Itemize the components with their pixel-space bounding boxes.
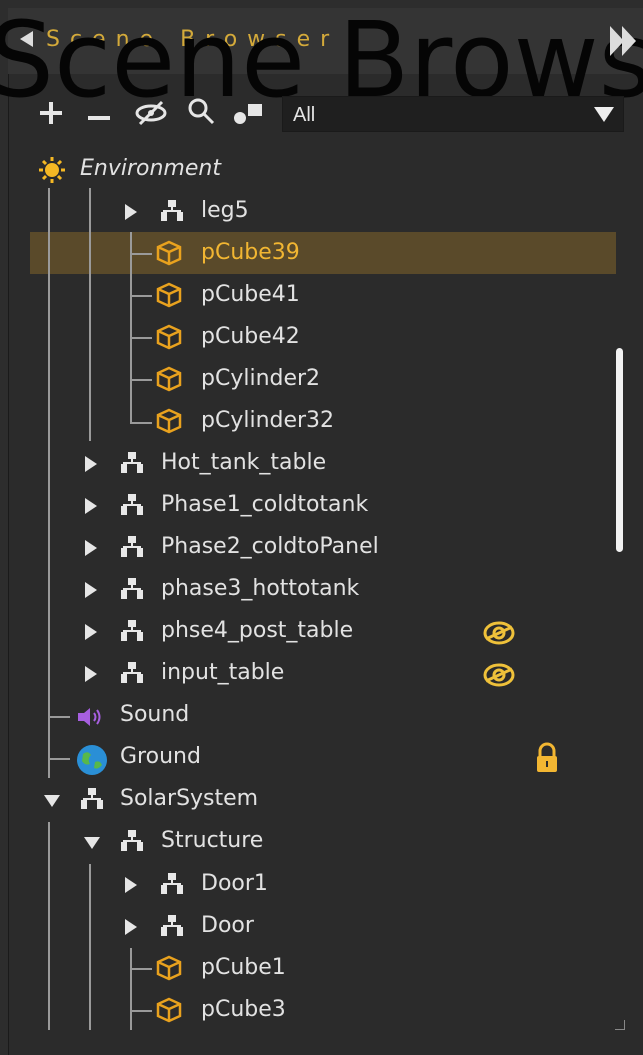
cube-icon — [156, 282, 182, 312]
sound-icon — [76, 705, 106, 733]
vertical-scrollbar[interactable] — [616, 348, 623, 552]
tree-guide — [48, 758, 70, 760]
tree-guide — [48, 716, 70, 718]
expand-arrow-icon[interactable] — [124, 918, 138, 940]
hierarchy-icon — [120, 535, 144, 563]
tree-item-phase2[interactable]: Phase2_coldtoPanel — [161, 534, 379, 559]
tree-guide — [130, 422, 152, 424]
tree-item-pcylinder32[interactable]: pCylinder32 — [201, 408, 334, 433]
tree-guide — [48, 188, 50, 778]
tree-item-phse4[interactable]: phse4_post_table — [161, 618, 353, 643]
expand-panel-icon[interactable] — [607, 24, 639, 58]
tree-item-pcube39[interactable]: pCube39 — [201, 240, 300, 265]
tree-item-phase1[interactable]: Phase1_coldtotank — [161, 492, 368, 517]
hierarchy-icon — [80, 787, 104, 815]
scene-tree: Environment leg5 pCube39 pCube41 pCube42… — [0, 0, 643, 1055]
collapse-arrow-icon[interactable] — [83, 835, 101, 854]
tree-guide — [130, 968, 152, 970]
cube-icon — [156, 324, 182, 354]
expand-arrow-icon[interactable] — [84, 581, 98, 603]
hierarchy-icon — [160, 872, 184, 900]
hierarchy-icon — [120, 493, 144, 521]
tree-item-sound[interactable]: Sound — [120, 702, 189, 727]
hierarchy-icon — [120, 661, 144, 689]
expand-arrow-icon[interactable] — [84, 455, 98, 477]
hierarchy-icon — [120, 451, 144, 479]
hierarchy-icon — [120, 829, 144, 857]
tree-item-ground[interactable]: Ground — [120, 744, 201, 769]
filter-value: All — [293, 104, 316, 126]
tree-guide — [130, 1010, 152, 1012]
tree-item-structure[interactable]: Structure — [161, 828, 263, 853]
scene-browser-panel: Scene Browser Scene Brows All Environmen… — [0, 0, 643, 1055]
tree-guide — [130, 295, 152, 297]
expand-arrow-icon[interactable] — [124, 203, 138, 225]
hierarchy-icon — [160, 914, 184, 942]
tree-item-door1[interactable]: Door1 — [201, 871, 268, 896]
filter-dropdown[interactable]: All — [282, 96, 624, 132]
tree-guide — [130, 379, 152, 381]
cube-icon — [156, 240, 182, 270]
resize-grip-icon[interactable] — [615, 1020, 625, 1030]
collapse-arrow-icon[interactable] — [43, 793, 61, 812]
tree-item-pcube3[interactable]: pCube3 — [201, 997, 286, 1022]
expand-arrow-icon[interactable] — [84, 497, 98, 519]
tree-item-input-table[interactable]: input_table — [161, 660, 284, 685]
chevron-down-icon — [593, 104, 615, 128]
tree-item-pcube42[interactable]: pCube42 — [201, 324, 300, 349]
cube-icon — [156, 366, 182, 396]
tree-item-environment[interactable]: Environment — [80, 156, 221, 181]
tree-guide — [130, 232, 132, 424]
tree-guide — [48, 822, 50, 1030]
tree-row-selected[interactable] — [30, 232, 616, 274]
hierarchy-icon — [120, 577, 144, 605]
expand-arrow-icon[interactable] — [84, 539, 98, 561]
hierarchy-icon — [160, 199, 184, 227]
tree-guide — [89, 864, 91, 1030]
tree-item-hot-tank-table[interactable]: Hot_tank_table — [161, 450, 326, 475]
expand-arrow-icon[interactable] — [124, 876, 138, 898]
expand-arrow-icon[interactable] — [84, 623, 98, 645]
hierarchy-icon — [120, 619, 144, 647]
sun-icon — [38, 156, 66, 188]
tree-guide — [130, 253, 152, 255]
tree-guide — [89, 188, 91, 441]
hidden-eye-icon[interactable] — [482, 618, 516, 652]
expand-arrow-icon[interactable] — [84, 665, 98, 687]
cube-icon — [156, 955, 182, 985]
tree-guide — [130, 337, 152, 339]
tree-item-door[interactable]: Door — [201, 913, 254, 938]
cube-icon — [156, 997, 182, 1027]
tree-item-solarsystem[interactable]: SolarSystem — [120, 786, 258, 811]
tree-item-pcube41[interactable]: pCube41 — [201, 282, 300, 307]
hidden-eye-icon[interactable] — [482, 660, 516, 694]
tree-item-phase3[interactable]: phase3_hottotank — [161, 576, 359, 601]
lock-icon[interactable] — [534, 742, 560, 778]
tree-item-pcylinder2[interactable]: pCylinder2 — [201, 366, 320, 391]
globe-icon — [76, 744, 108, 780]
cube-icon — [156, 408, 182, 438]
tree-item-pcube1[interactable]: pCube1 — [201, 955, 286, 980]
tree-guide — [130, 948, 132, 1030]
tree-item-leg5[interactable]: leg5 — [201, 198, 249, 223]
